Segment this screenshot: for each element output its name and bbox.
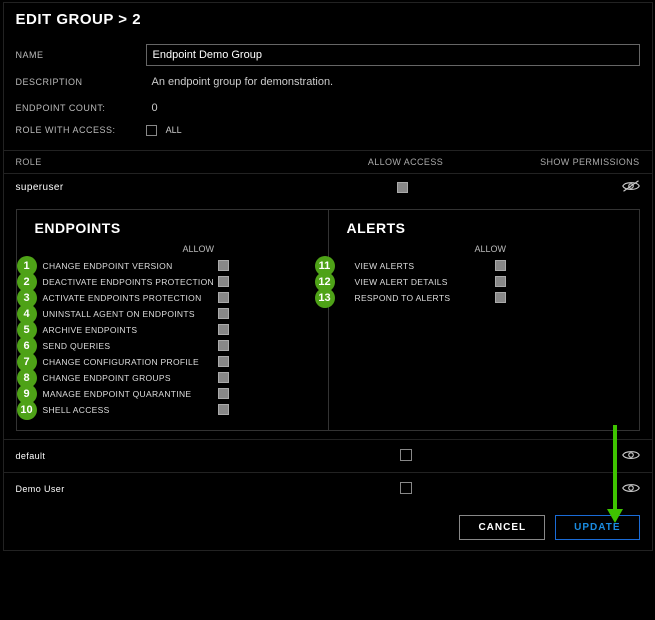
endpoint-count-value: 0 xyxy=(146,98,640,118)
permission-row: 3ACTIVATE ENDPOINTS PROTECTION xyxy=(23,292,318,303)
role-header-col3: SHOW PERMISSIONS xyxy=(452,157,639,167)
permission-allow-checkbox[interactable] xyxy=(218,356,229,367)
modal-header: EDIT GROUP > 2 xyxy=(4,3,652,34)
button-row: CANCEL UPDATE xyxy=(4,505,652,550)
name-input[interactable] xyxy=(146,44,640,66)
role-table-header: ROLE ALLOW ACCESS SHOW PERMISSIONS xyxy=(4,150,652,173)
breadcrumb-title: EDIT GROUP xyxy=(16,11,114,28)
permission-label: DEACTIVATE ENDPOINTS PROTECTION xyxy=(43,277,218,287)
breadcrumb-step: 2 xyxy=(132,11,141,28)
edit-group-modal: EDIT GROUP > 2 NAME DESCRIPTION An endpo… xyxy=(3,2,653,551)
breadcrumb: EDIT GROUP > 2 xyxy=(16,11,142,28)
show-permissions-toggle[interactable] xyxy=(622,449,640,463)
description-label: DESCRIPTION xyxy=(16,77,146,87)
permission-label: UNINSTALL AGENT ON ENDPOINTS xyxy=(43,309,218,319)
permission-allow-checkbox[interactable] xyxy=(495,276,506,287)
permission-allow-checkbox[interactable] xyxy=(218,276,229,287)
show-permissions-toggle[interactable] xyxy=(622,482,640,496)
permissions-panel: ENDPOINTS ALLOW 1CHANGE ENDPOINT VERSION… xyxy=(16,209,640,431)
update-button[interactable]: UPDATE xyxy=(555,515,639,540)
role-name: superuser xyxy=(16,182,359,193)
permission-allow-checkbox[interactable] xyxy=(495,292,506,303)
permission-label: RESPOND TO ALERTS xyxy=(355,293,495,303)
allow-access-checkbox[interactable] xyxy=(400,449,412,461)
role-header-col2: ALLOW ACCESS xyxy=(359,157,453,167)
permission-label: ACTIVATE ENDPOINTS PROTECTION xyxy=(43,293,218,303)
permission-row: 9MANAGE ENDPOINT QUARANTINE xyxy=(23,388,318,399)
all-checkbox[interactable] xyxy=(146,125,157,136)
permission-row: 12VIEW ALERT DETAILS xyxy=(335,276,629,287)
permission-label: CHANGE ENDPOINT GROUPS xyxy=(43,373,218,383)
cancel-button[interactable]: CANCEL xyxy=(459,515,545,540)
all-checkbox-label: ALL xyxy=(166,125,182,135)
permission-row: 6SEND QUERIES xyxy=(23,340,318,351)
permission-row: 2DEACTIVATE ENDPOINTS PROTECTION xyxy=(23,276,318,287)
permission-row: 10SHELL ACCESS xyxy=(23,404,318,415)
name-label: NAME xyxy=(16,50,146,60)
all-checkbox-wrap: ALL xyxy=(146,124,182,136)
endpoints-column: ENDPOINTS ALLOW 1CHANGE ENDPOINT VERSION… xyxy=(17,210,328,430)
role-row-superuser: superuser xyxy=(4,173,652,201)
permission-label: ARCHIVE ENDPOINTS xyxy=(43,325,218,335)
role-name: default xyxy=(16,451,359,461)
allow-access-checkbox[interactable] xyxy=(397,182,408,193)
permission-allow-checkbox[interactable] xyxy=(218,260,229,271)
step-badge: 13 xyxy=(315,288,335,308)
arrow-annotation xyxy=(613,425,617,511)
allow-access-checkbox[interactable] xyxy=(400,482,412,494)
permission-row: 1CHANGE ENDPOINT VERSION xyxy=(23,260,318,271)
permission-label: CHANGE ENDPOINT VERSION xyxy=(43,261,218,271)
role-row-demo-user: Demo User xyxy=(4,472,652,505)
permission-row: 7CHANGE CONFIGURATION PROFILE xyxy=(23,356,318,367)
permission-allow-checkbox[interactable] xyxy=(218,324,229,335)
endpoints-allow-header: ALLOW xyxy=(23,244,318,254)
permission-allow-checkbox[interactable] xyxy=(218,404,229,415)
permission-label: MANAGE ENDPOINT QUARANTINE xyxy=(43,389,218,399)
alerts-allow-header: ALLOW xyxy=(335,244,629,254)
alerts-title: ALERTS xyxy=(347,220,629,236)
role-access-label: ROLE WITH ACCESS: xyxy=(16,125,146,135)
endpoint-count-label: ENDPOINT COUNT: xyxy=(16,103,146,113)
form-section: NAME DESCRIPTION An endpoint group for d… xyxy=(4,34,652,150)
permission-allow-checkbox[interactable] xyxy=(218,340,229,351)
permission-allow-checkbox[interactable] xyxy=(218,388,229,399)
permission-label: SEND QUERIES xyxy=(43,341,218,351)
step-badge: 10 xyxy=(17,400,37,420)
description-value: An endpoint group for demonstration. xyxy=(146,72,640,92)
permission-row: 4UNINSTALL AGENT ON ENDPOINTS xyxy=(23,308,318,319)
permission-allow-checkbox[interactable] xyxy=(495,260,506,271)
permission-label: VIEW ALERTS xyxy=(355,261,495,271)
permission-allow-checkbox[interactable] xyxy=(218,292,229,303)
role-row-default: default xyxy=(4,439,652,472)
permission-allow-checkbox[interactable] xyxy=(218,308,229,319)
permission-row: 8CHANGE ENDPOINT GROUPS xyxy=(23,372,318,383)
endpoints-title: ENDPOINTS xyxy=(35,220,318,236)
permission-row: 5ARCHIVE ENDPOINTS xyxy=(23,324,318,335)
permission-allow-checkbox[interactable] xyxy=(218,372,229,383)
permission-label: SHELL ACCESS xyxy=(43,405,218,415)
permission-row: 13RESPOND TO ALERTS xyxy=(335,292,629,303)
show-permissions-toggle[interactable] xyxy=(622,180,640,194)
role-header-col1: ROLE xyxy=(16,157,359,167)
permission-label: VIEW ALERT DETAILS xyxy=(355,277,495,287)
permission-label: CHANGE CONFIGURATION PROFILE xyxy=(43,357,218,367)
permission-row: 11VIEW ALERTS xyxy=(335,260,629,271)
breadcrumb-sep: > xyxy=(118,11,127,28)
alerts-column: ALERTS ALLOW 11VIEW ALERTS 12VIEW ALERT D… xyxy=(328,210,639,430)
role-name: Demo User xyxy=(16,484,359,494)
